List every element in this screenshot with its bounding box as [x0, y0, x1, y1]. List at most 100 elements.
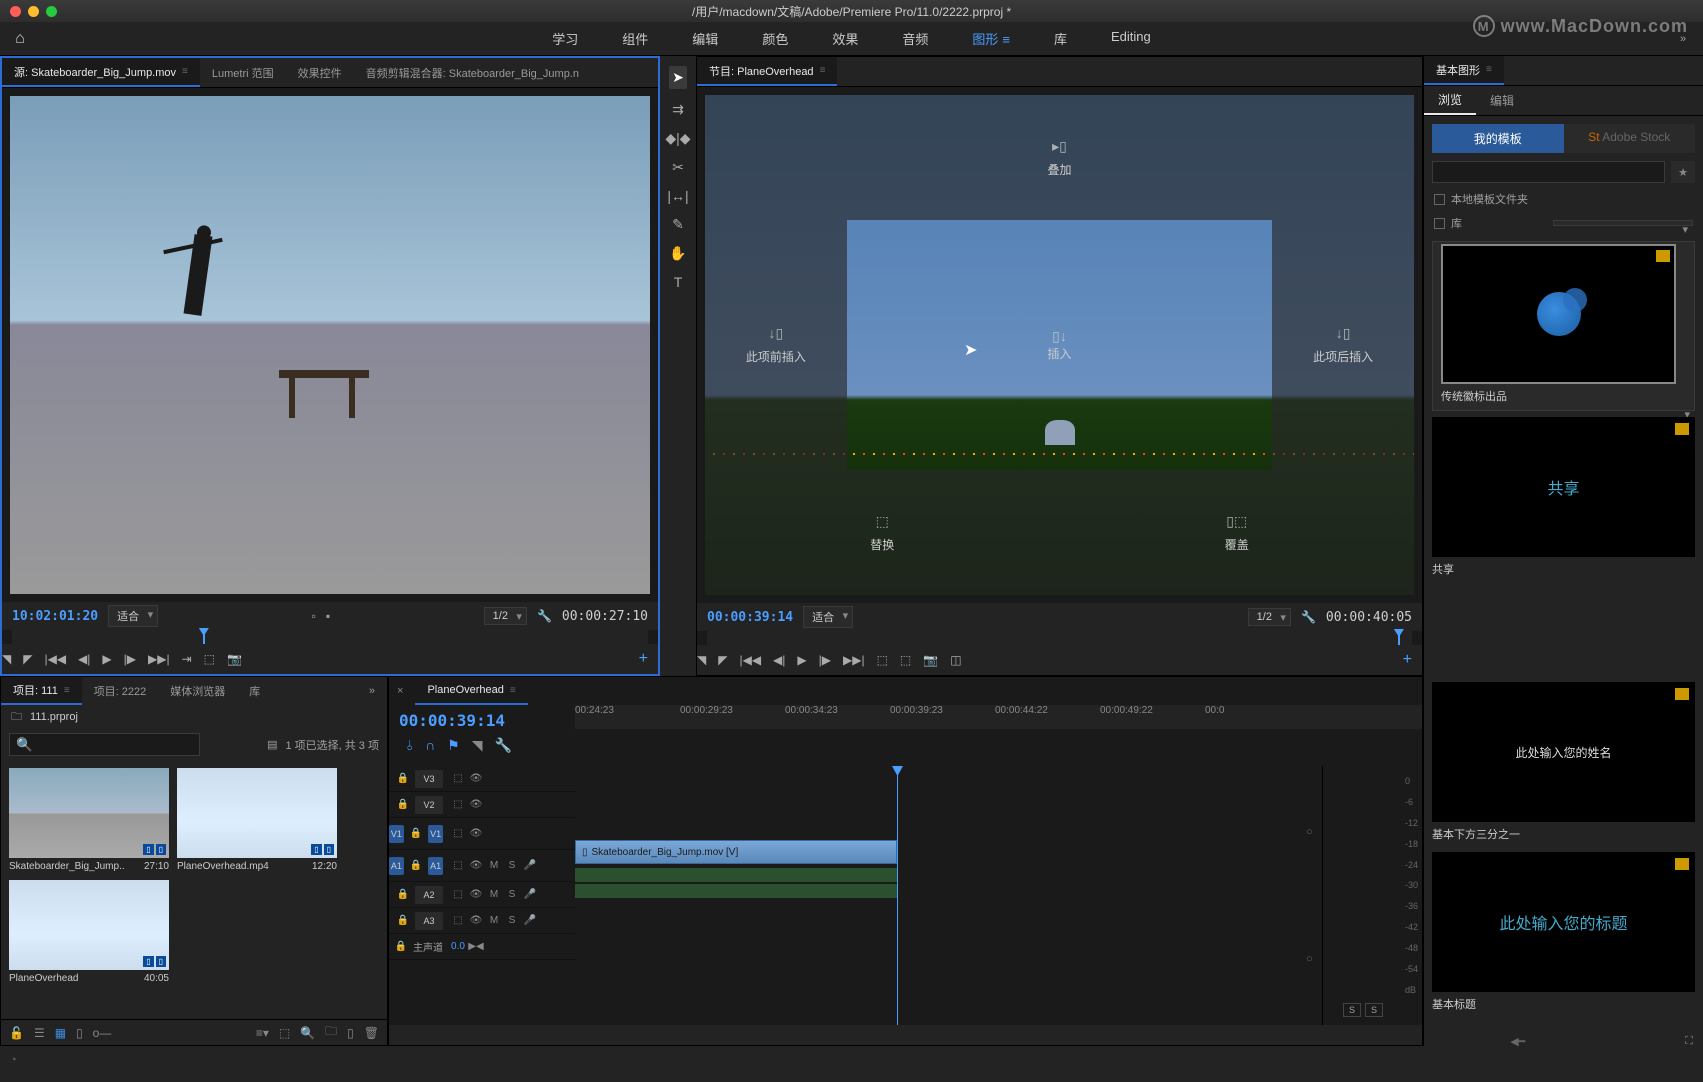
freeform-view-icon[interactable]: ▯ — [76, 1026, 83, 1040]
write-enable-icon[interactable]: 🔓 — [9, 1026, 24, 1040]
project-tab[interactable]: 项目: 2222 — [82, 677, 159, 705]
scroll-down-icon[interactable]: ○ — [1306, 953, 1316, 965]
project-search-input[interactable] — [9, 733, 200, 756]
workspace-图形[interactable]: 图形≡ — [964, 25, 1018, 52]
local-folder-checkbox[interactable]: 本地模板文件夹 — [1424, 187, 1703, 211]
timeline-audio-clip[interactable] — [575, 868, 897, 882]
mark-out-icon[interactable]: ◤ — [718, 653, 727, 667]
goto-in-icon[interactable]: |◀◀ — [739, 653, 761, 667]
program-fit-select[interactable]: 适合 — [803, 606, 853, 628]
hand-tool-icon[interactable]: ✋ — [669, 245, 686, 262]
workspace-学习[interactable]: 学习 — [544, 25, 586, 52]
track-header-A2[interactable]: 🔒A2⬚👁MS🎤 — [389, 882, 575, 908]
program-zoom-select[interactable]: 1/2 — [1248, 608, 1291, 626]
snap-icon[interactable]: ⫰ — [407, 737, 413, 754]
list-view-icon[interactable]: ☰ — [34, 1026, 45, 1040]
browse-tab[interactable]: 浏览 — [1424, 86, 1476, 115]
automate-icon[interactable]: ⬚ — [279, 1026, 290, 1040]
timeline-ruler[interactable]: 00:24:2300:00:29:2300:00:34:2300:00:39:2… — [575, 705, 1422, 729]
solo-right[interactable]: S — [1365, 1003, 1383, 1017]
workspace-音频[interactable]: 音频 — [894, 25, 936, 52]
sequence-tab[interactable]: PlaneOverhead≡ — [415, 677, 527, 705]
workspace-颜色[interactable]: 颜色 — [754, 25, 796, 52]
marker-out-icon[interactable]: ▫ — [312, 609, 316, 623]
source-tab[interactable]: 音频剪辑混合器: Skateboarder_Big_Jump.n — [354, 58, 591, 87]
mark-in-icon[interactable]: ◥ — [2, 652, 11, 666]
rolling-tool-icon[interactable]: ✂ — [672, 159, 684, 176]
project-tabs-overflow[interactable]: » — [357, 677, 387, 705]
settings-icon[interactable]: ◥ — [472, 737, 483, 754]
edit-tab[interactable]: 编辑 — [1476, 86, 1528, 115]
lift-icon[interactable]: ⬚ — [877, 653, 888, 667]
my-templates-button[interactable]: 我的模板 — [1432, 124, 1564, 153]
play-icon[interactable]: ▶ — [797, 653, 806, 667]
trash-icon[interactable]: 🗑 — [364, 1026, 379, 1040]
selection-tool-icon[interactable]: ➤ — [669, 66, 687, 89]
track-header-V3[interactable]: 🔒V3⬚👁 — [389, 766, 575, 792]
wrench-icon[interactable]: 🔧 — [537, 609, 552, 623]
adobe-stock-button[interactable]: St Adobe Stock — [1564, 124, 1696, 153]
goto-out-icon[interactable]: ▶▶| — [148, 652, 170, 666]
program-tab[interactable]: 节目: PlaneOverhead≡ — [697, 57, 837, 86]
project-tab[interactable]: 库 — [237, 677, 272, 705]
mark-in-icon[interactable]: ◥ — [697, 653, 706, 667]
marker-icon[interactable]: ⚑ — [447, 737, 460, 754]
scroll-up-icon[interactable]: ○ — [1306, 826, 1316, 838]
export-frame-icon[interactable]: 📷 — [227, 652, 242, 666]
ripple-tool-icon[interactable]: ◆|◆ — [665, 130, 690, 147]
insert-icon[interactable]: ⇥ — [182, 652, 192, 666]
wrench-icon[interactable]: 🔧 — [495, 737, 512, 754]
workspace-Editing[interactable]: Editing — [1103, 25, 1159, 52]
source-tab[interactable]: Lumetri 范围 — [200, 58, 286, 87]
source-in-timecode[interactable]: 10:02:01:20 — [12, 609, 98, 624]
project-clip[interactable]: ▯▯PlaneOverhead40:05 — [9, 880, 169, 984]
solo-left[interactable]: S — [1343, 1003, 1361, 1017]
new-bin-icon[interactable]: 🗀 — [325, 1022, 337, 1043]
home-button[interactable]: ⌂ — [0, 30, 40, 48]
sort-icon[interactable]: ≡▾ — [256, 1026, 269, 1040]
source-viewer[interactable] — [10, 96, 650, 594]
step-fwd-icon[interactable]: |▶ — [819, 653, 831, 667]
expand-icon[interactable]: ⛶ — [1685, 1035, 1693, 1048]
compare-icon[interactable]: ◫ — [950, 653, 961, 667]
program-out-timecode[interactable]: 00:00:40:05 — [1326, 610, 1412, 625]
project-tab[interactable]: 项目: 111≡ — [1, 677, 82, 705]
wrench-icon[interactable]: 🔧 — [1301, 610, 1316, 624]
mark-out-icon[interactable]: ◤ — [23, 652, 32, 666]
track-header-A1[interactable]: A1🔒A1⬚👁MS🎤 — [389, 850, 575, 882]
traffic-lights[interactable] — [0, 6, 57, 17]
linked-selection-icon[interactable]: ∩ — [425, 737, 435, 753]
template-item[interactable]: 传统徽标出品 — [1432, 241, 1695, 411]
add-button-icon[interactable]: + — [1403, 651, 1412, 669]
pen-tool-icon[interactable]: ✎ — [672, 216, 684, 233]
program-scrubber[interactable] — [707, 631, 1412, 645]
play-icon[interactable]: ▶ — [102, 652, 111, 666]
find-icon[interactable]: 🔍 — [300, 1026, 315, 1040]
library-checkbox[interactable]: 库 — [1424, 211, 1703, 235]
new-item-icon[interactable]: ▯ — [347, 1026, 354, 1040]
track-select-tool-icon[interactable]: ⇉ — [672, 101, 684, 118]
workspace-效果[interactable]: 效果 — [824, 25, 866, 52]
favorite-filter-icon[interactable]: ★ — [1671, 161, 1695, 183]
track-header-A3[interactable]: 🔒A3⬚👁MS🎤 — [389, 908, 575, 934]
template-item[interactable]: 此处输入您的姓名基本下方三分之一 — [1432, 682, 1695, 846]
program-viewer[interactable]: ▸▯叠加 ↓▯此项前插入 ▯↓插入 ↓▯此项后插入 ⬚替换 ▯⬚覆盖 — [705, 95, 1414, 595]
step-fwd-icon[interactable]: |▶ — [124, 652, 136, 666]
timeline-tracks-area[interactable]: ▯Skateboarder_Big_Jump.mov [V] ○ ○ — [575, 766, 1322, 1025]
template-search-input[interactable] — [1432, 161, 1665, 183]
program-in-timecode[interactable]: 00:00:39:14 — [707, 610, 793, 625]
template-item[interactable]: 共享共享 — [1432, 417, 1695, 581]
track-header-V2[interactable]: 🔒V2⬚👁 — [389, 792, 575, 818]
step-back-icon[interactable]: ◀| — [78, 652, 90, 666]
essential-graphics-tab[interactable]: 基本图形≡ — [1424, 56, 1504, 85]
project-clip[interactable]: ▯▯Skateboarder_Big_Jump..27:10 — [9, 768, 169, 872]
goto-in-icon[interactable]: |◀◀ — [44, 652, 66, 666]
timeline-clip[interactable]: ▯Skateboarder_Big_Jump.mov [V] — [575, 840, 897, 864]
type-tool-icon[interactable]: T — [674, 274, 683, 290]
step-back-icon[interactable]: ◀| — [773, 653, 785, 667]
slip-tool-icon[interactable]: |↔| — [667, 188, 688, 204]
source-fit-select[interactable]: 适合 — [108, 605, 158, 627]
track-header-V1[interactable]: V1🔒V1⬚👁 — [389, 818, 575, 850]
workspace-库[interactable]: 库 — [1046, 25, 1075, 52]
goto-out-icon[interactable]: ▶▶| — [843, 653, 865, 667]
